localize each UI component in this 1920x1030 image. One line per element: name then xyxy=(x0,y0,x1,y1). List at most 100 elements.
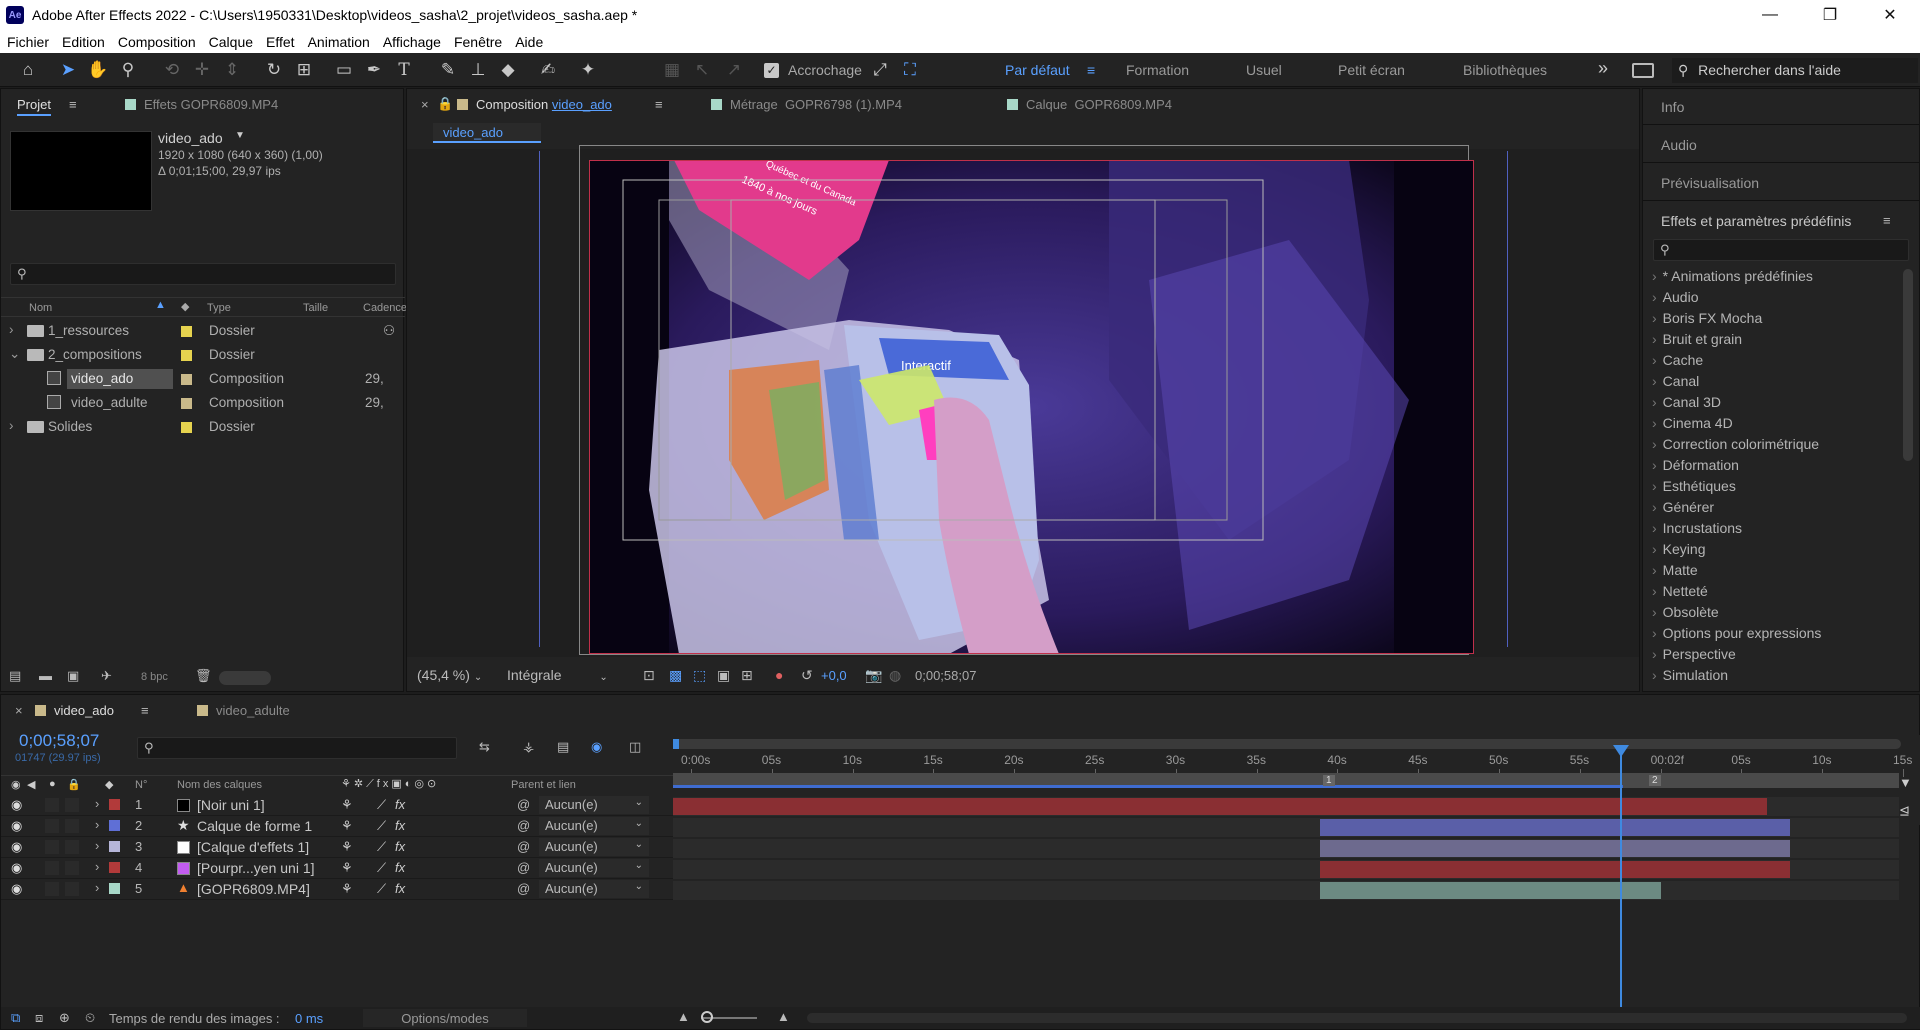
expand-arrow-icon[interactable]: › xyxy=(95,838,99,853)
lock-toggle[interactable] xyxy=(65,882,79,896)
effects-list-item[interactable]: › Déformation xyxy=(1652,457,1739,473)
channel-icon[interactable]: ● xyxy=(775,667,783,683)
effects-list-item[interactable]: › Correction colorimétrique xyxy=(1652,436,1819,452)
trash-icon[interactable]: 🗑 xyxy=(195,668,212,684)
parent-dropdown[interactable]: Aucun(e) ⌄ xyxy=(539,859,649,877)
workspace-petit-ecran[interactable]: Petit écran xyxy=(1338,62,1405,78)
snap-options-icon[interactable]: ⤢ xyxy=(868,58,892,82)
zoom-tool-icon[interactable]: ⚲ xyxy=(116,58,140,82)
effects-list-item[interactable]: › Obsolète xyxy=(1652,604,1719,620)
fx-switch-icon[interactable]: fx xyxy=(395,881,405,896)
eye-icon[interactable]: ◉ xyxy=(11,797,22,813)
parent-dropdown[interactable]: Aucun(e) ⌄ xyxy=(539,796,649,814)
project-row[interactable]: › 1_ressources Dossier ⚇ xyxy=(1,321,405,341)
layer-label-swatch[interactable] xyxy=(109,862,120,873)
pan-behind-icon[interactable]: ⊞ xyxy=(292,58,316,82)
workspace-default[interactable]: Par défaut xyxy=(1005,62,1070,78)
effects-list-item[interactable]: › Bruit et grain xyxy=(1652,331,1742,347)
layer-duration-bar[interactable] xyxy=(673,798,1767,815)
effects-list-item[interactable]: › Perspective xyxy=(1652,646,1736,662)
frame-blending-icon[interactable]: ▤ xyxy=(557,739,569,755)
menu-effet[interactable]: Effet xyxy=(260,34,301,50)
expand-arrow-icon[interactable]: › xyxy=(95,880,99,895)
close-tab-icon[interactable]: × xyxy=(421,97,429,112)
col-name[interactable]: Nom xyxy=(29,302,52,314)
close-button[interactable]: ✕ xyxy=(1860,0,1920,30)
effects-list-item[interactable]: › Canal 3D xyxy=(1652,394,1721,410)
dolly-camera-icon[interactable]: ⇕ xyxy=(220,58,244,82)
comp-breadcrumb[interactable]: video_ado xyxy=(433,123,541,143)
expand-arrow-icon[interactable]: › xyxy=(95,796,99,811)
solo-toggle[interactable] xyxy=(45,840,59,854)
row-label-swatch[interactable] xyxy=(181,350,192,361)
eraser-tool-icon[interactable]: ◆ xyxy=(496,58,520,82)
shy-switch-icon[interactable]: ⚘ xyxy=(341,839,353,855)
puppet-pin-icon[interactable]: ✦ xyxy=(576,58,600,82)
thumbnail-slider[interactable] xyxy=(219,671,271,685)
solo-toggle[interactable] xyxy=(45,882,59,896)
quality-switch-icon[interactable]: ⟋ xyxy=(377,839,386,855)
item-dropdown-icon[interactable]: ▼ xyxy=(235,130,245,141)
minimize-button[interactable]: — xyxy=(1740,0,1800,30)
menu-fichier[interactable]: Fichier xyxy=(1,34,55,50)
effects-list-item[interactable]: › Esthétiques xyxy=(1652,478,1736,494)
in-out-panes-icon[interactable]: ⊕ xyxy=(59,1010,70,1026)
zoom-out-icon[interactable]: ▲ xyxy=(677,1009,690,1024)
effects-list-item[interactable]: › Générer xyxy=(1652,499,1714,515)
orbit-camera-icon[interactable]: ⟲ xyxy=(160,58,184,82)
playhead-line[interactable] xyxy=(1620,745,1622,1029)
effects-menu-icon[interactable]: ≡ xyxy=(1883,213,1891,228)
quality-switch-icon[interactable]: ⟋ xyxy=(377,881,386,897)
clone-stamp-icon[interactable]: ⊥ xyxy=(466,58,490,82)
expand-arrow-icon[interactable]: › xyxy=(95,817,99,832)
project-row[interactable]: video_adulte Composition 29, xyxy=(1,393,405,413)
mask-path-icon[interactable]: ⬚ xyxy=(693,667,706,684)
project-search-input[interactable]: ⚲ xyxy=(10,263,396,285)
lock-toggle[interactable] xyxy=(65,798,79,812)
fx-switch-icon[interactable]: fx xyxy=(395,818,405,833)
solo-toggle[interactable] xyxy=(45,819,59,833)
parent-dropdown[interactable]: Aucun(e) ⌄ xyxy=(539,817,649,835)
menu-affichage[interactable]: Affichage xyxy=(377,34,447,50)
transparency-grid-icon[interactable]: ▩ xyxy=(669,667,682,684)
exposure-value[interactable]: +0,0 xyxy=(821,668,847,683)
tab-layer[interactable]: Calque GOPR6809.MP4 xyxy=(1007,97,1172,112)
sync-settings-icon[interactable] xyxy=(1632,63,1654,78)
effects-list-item[interactable]: › Incrustations xyxy=(1652,520,1742,536)
render-queue-icon[interactable]: ✈ xyxy=(101,668,112,684)
lock-toggle[interactable] xyxy=(65,861,79,875)
effects-list-item[interactable]: › Cache xyxy=(1652,352,1703,368)
bpc-label[interactable]: 8 bpc xyxy=(141,671,168,683)
ruler-ticks[interactable]: 0:00s 05s 10s 15s 20s 25s 30s 35s 40s 45s 50s 55s 00… xyxy=(673,735,1913,777)
workspace-menu-icon[interactable]: ≡ xyxy=(1087,62,1095,78)
workspace-formation[interactable]: Formation xyxy=(1126,62,1189,78)
comp-panel-menu-icon[interactable]: ≡ xyxy=(655,97,663,112)
expand-arrow-icon[interactable]: › xyxy=(95,859,99,874)
layer-row[interactable]: ◉ › 3 [Calque d'effets 1] ⚘ ⟋ fx @ Aucun(e) ⌄ xyxy=(1,837,675,858)
tab-effects[interactable]: Effets GOPR6809.MP4 xyxy=(125,97,278,112)
effects-list-item[interactable]: › Canal xyxy=(1652,373,1699,389)
comp-button-icon[interactable]: ⊴ xyxy=(1899,803,1910,819)
layer-row[interactable]: ◉ › 2 ★ Calque de forme 1 ⚘ ⟋ fx @ Aucun(e) ⌄ xyxy=(1,816,675,837)
pick-whip-icon[interactable]: @ xyxy=(517,818,530,833)
timeline-search-input[interactable]: ⚲ xyxy=(137,737,457,759)
comp-marker-bin-icon[interactable]: ▼ xyxy=(1899,775,1912,790)
layer-switches-icon[interactable]: ⧉ xyxy=(11,1010,20,1026)
effects-list-item[interactable]: › Keying xyxy=(1652,541,1705,557)
snap-target-icon[interactable]: ⛶ xyxy=(898,58,922,82)
audio-section[interactable]: Audio xyxy=(1643,127,1919,163)
effects-search-input[interactable]: ⚲ xyxy=(1653,239,1909,261)
panel-menu-icon[interactable]: ≡ xyxy=(69,97,77,112)
current-time-display[interactable]: 0;00;58;07 xyxy=(915,668,976,683)
eye-icon[interactable]: ◉ xyxy=(11,860,22,876)
timeline-current-time[interactable]: 0;00;58;07 xyxy=(19,731,99,751)
menu-edition[interactable]: Edition xyxy=(56,34,111,50)
brush-tool-icon[interactable]: ✎ xyxy=(436,58,460,82)
layer-label-swatch[interactable] xyxy=(109,799,120,810)
timeline-menu-icon[interactable]: ≡ xyxy=(141,703,149,718)
comp-mini-flowchart-icon[interactable]: ⇆ xyxy=(479,739,490,755)
resolution-dropdown[interactable]: Intégrale ⌄ xyxy=(507,667,608,683)
roto-brush-icon[interactable]: ✍ xyxy=(536,58,560,82)
layer-name[interactable]: [Calque d'effets 1] xyxy=(197,839,309,855)
snap-checkbox[interactable]: ✓ xyxy=(764,63,779,78)
